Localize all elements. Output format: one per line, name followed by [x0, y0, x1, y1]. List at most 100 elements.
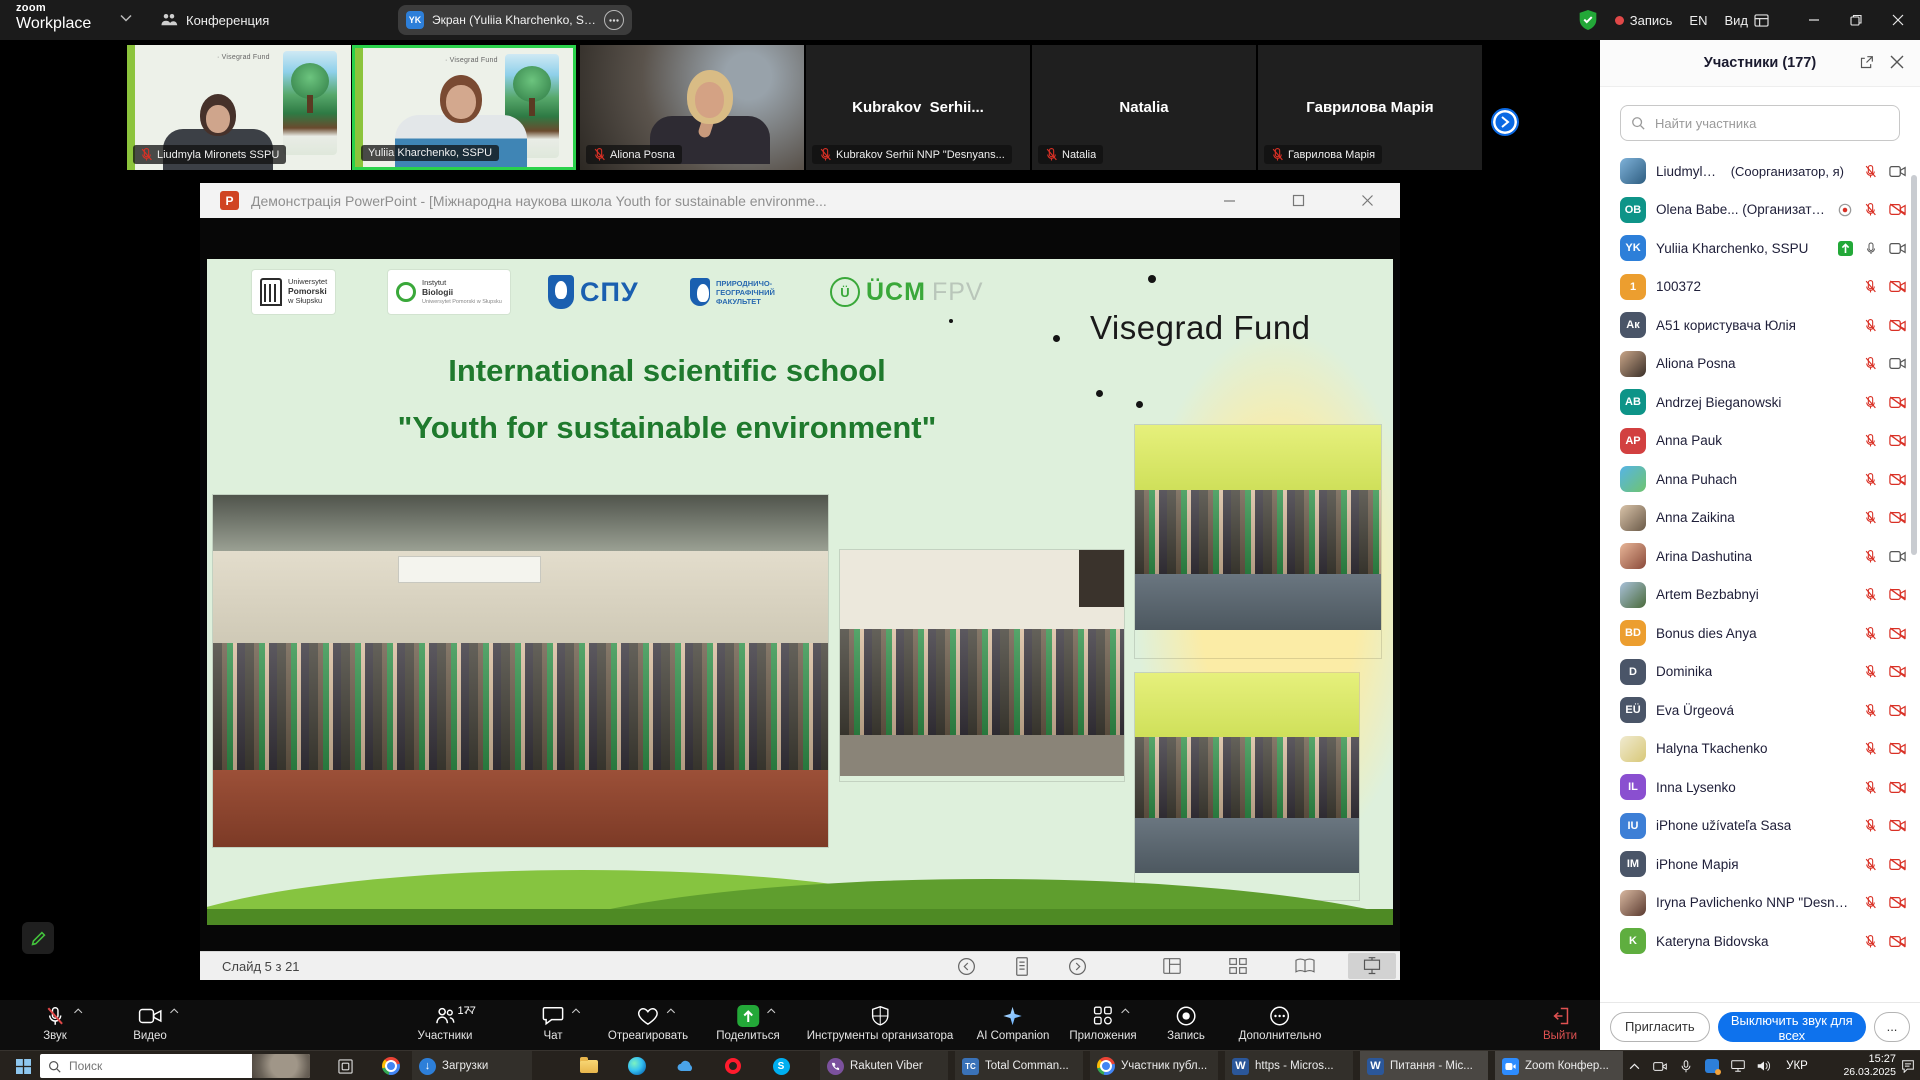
video-tile[interactable]: NataliaNatalia [1032, 45, 1256, 170]
taskbar-app-chrome[interactable]: Участник публ... [1090, 1051, 1218, 1080]
toolbar-host-tools-button[interactable]: Инструменты организатора [807, 1004, 954, 1042]
folder-taskbar-icon[interactable] [574, 1051, 604, 1080]
participant-row[interactable]: ABAndrzej Bieganowski [1600, 383, 1920, 422]
taskbar-app-word[interactable]: WПитання - Міс... [1360, 1051, 1488, 1080]
security-shield-icon[interactable] [1578, 9, 1598, 31]
slideshow-view-icon[interactable] [1348, 953, 1396, 979]
chevron-up-icon[interactable] [666, 1008, 676, 1014]
video-tile[interactable]: Гаврилова МаріяГаврилова Марія [1258, 45, 1482, 170]
invite-button[interactable]: Пригласить [1610, 1012, 1710, 1042]
participant-row[interactable]: Halyna Tkachenko [1600, 730, 1920, 769]
notification-center-icon[interactable] [1896, 1051, 1920, 1080]
footer-more-button[interactable]: ... [1874, 1012, 1910, 1042]
toolbar-mic-muted-button[interactable]: Звук [43, 1004, 67, 1042]
toolbar-ai-button[interactable]: AI Companion [977, 1004, 1050, 1042]
chevron-up-icon[interactable] [766, 1008, 776, 1014]
participant-row[interactable]: Arina Dashutina [1600, 537, 1920, 576]
close-icon[interactable] [1892, 14, 1904, 26]
toolbar-participants-button[interactable]: 177Участники [418, 1004, 473, 1042]
participant-row[interactable]: Artem Bezbabnyi [1600, 576, 1920, 615]
participant-row[interactable]: Iryna Pavlichenko NNP "Desnya... [1600, 884, 1920, 923]
minimize-icon[interactable] [1808, 14, 1820, 26]
tray-expand-chevron-icon[interactable] [1622, 1051, 1646, 1080]
video-tile[interactable]: · Visegrad FundLiudmyla Mironets SSPU [127, 45, 351, 170]
next-slide-icon[interactable] [1067, 956, 1088, 977]
video-tile[interactable]: Kubrakov Serhii...Kubrakov Serhii NNP "D… [806, 45, 1030, 170]
toolbar-record-button[interactable]: Запись [1167, 1004, 1205, 1042]
edge-taskbar-icon[interactable] [622, 1051, 652, 1080]
search-highlight-image[interactable] [252, 1054, 310, 1078]
leave-meeting-button[interactable]: Выйти [1543, 1004, 1577, 1042]
annotation-pencil-button[interactable] [22, 922, 54, 954]
toolbar-chat-button[interactable]: Чат [542, 1004, 564, 1042]
search-input[interactable] [1653, 115, 1889, 132]
chrome-taskbar-icon[interactable] [376, 1051, 406, 1080]
participant-row[interactable]: EÜEva Ürgeová [1600, 691, 1920, 730]
participant-row[interactable]: OBOlena Babe... (Организатор) [1600, 191, 1920, 230]
participant-row[interactable]: 1100372 [1600, 268, 1920, 307]
participant-row[interactable]: IMiPhone Марія [1600, 845, 1920, 884]
panel-scrollbar[interactable] [1911, 175, 1917, 555]
opera-taskbar-icon[interactable] [718, 1051, 748, 1080]
tray-mic-icon[interactable] [1674, 1051, 1698, 1080]
normal-view-icon[interactable] [1162, 957, 1182, 975]
start-button[interactable] [8, 1051, 38, 1080]
notes-icon[interactable] [1013, 956, 1031, 977]
participant-search[interactable] [1620, 105, 1900, 141]
language-indicator[interactable]: EN [1689, 13, 1707, 28]
tab-options-icon[interactable] [604, 10, 624, 30]
participant-row[interactable]: Liudmyla ...(Соорганизатор, я) [1600, 152, 1920, 191]
participant-row[interactable]: Aliona Posna [1600, 345, 1920, 384]
popout-panel-icon[interactable] [1859, 55, 1874, 70]
next-page-videos-button[interactable] [1491, 108, 1519, 136]
taskbar-app-viber[interactable]: Rakuten Viber [820, 1051, 948, 1080]
taskbar-app-word[interactable]: Whttps - Micros... [1225, 1051, 1353, 1080]
chevron-up-icon[interactable] [463, 1008, 473, 1014]
chevron-up-icon[interactable] [571, 1008, 581, 1014]
tab-screen-share[interactable]: YK Экран (Yuliia Kharchenko, SSPU) [398, 5, 632, 35]
chevron-up-icon[interactable] [1120, 1008, 1130, 1014]
taskbar-app-downloads[interactable]: ↓Загрузки [412, 1051, 532, 1080]
tray-display-icon[interactable] [1726, 1051, 1750, 1080]
participant-row[interactable]: АкA51 користувача Юлія [1600, 306, 1920, 345]
toolbar-share-button[interactable]: Поделиться [716, 1004, 780, 1042]
skype-taskbar-icon[interactable]: S [766, 1051, 796, 1080]
onedrive-taskbar-icon[interactable] [670, 1051, 700, 1080]
participant-row[interactable]: YKYuliia Kharchenko, SSPU [1600, 229, 1920, 268]
close-panel-icon[interactable] [1890, 55, 1904, 69]
tray-language-indicator[interactable]: УКР [1780, 1051, 1814, 1080]
workspace-chevron-down-icon[interactable] [120, 14, 132, 22]
participant-row[interactable]: BDBonus dies Anya [1600, 614, 1920, 653]
toolbar-video-cam-button[interactable]: Видео [133, 1004, 167, 1042]
taskbar-app-tc[interactable]: TCTotal Comman... [955, 1051, 1083, 1080]
restore-icon[interactable] [1850, 14, 1862, 26]
participant-row[interactable]: APAnna Pauk [1600, 422, 1920, 461]
participant-row[interactable]: ILInna Lysenko [1600, 768, 1920, 807]
tab-conference[interactable]: Конференция [160, 0, 269, 40]
toolbar-more-button[interactable]: Дополнительно [1239, 1004, 1322, 1042]
recording-indicator[interactable]: Запись [1615, 13, 1673, 28]
ppt-minimize-icon[interactable] [1223, 194, 1236, 207]
participant-row[interactable]: IUiPhone užívateľa Sasa [1600, 807, 1920, 846]
toolbar-react-button[interactable]: Отреагировать [608, 1004, 688, 1042]
view-menu[interactable]: Вид [1724, 13, 1769, 28]
slide-sorter-icon[interactable] [1228, 957, 1248, 975]
toolbar-apps-button[interactable]: Приложения [1069, 1004, 1136, 1042]
task-view-button[interactable] [330, 1051, 360, 1080]
video-tile[interactable]: · Visegrad FundYuliia Kharchenko, SSPU [352, 45, 576, 170]
chevron-up-icon[interactable] [73, 1008, 83, 1014]
tray-viber-icon[interactable] [1700, 1051, 1724, 1080]
taskbar-search-input[interactable] [67, 1058, 221, 1074]
ppt-maximize-icon[interactable] [1292, 194, 1305, 207]
taskbar-app-zoom[interactable]: Zoom Конфер... [1495, 1051, 1623, 1080]
taskbar-search[interactable] [40, 1054, 310, 1078]
participant-row[interactable]: KKateryna Bidovska [1600, 922, 1920, 961]
participant-row[interactable]: DDominika [1600, 653, 1920, 692]
tray-camera-icon[interactable] [1648, 1051, 1672, 1080]
previous-slide-icon[interactable] [956, 956, 977, 977]
chevron-up-icon[interactable] [169, 1008, 179, 1014]
ppt-close-icon[interactable] [1361, 194, 1374, 207]
video-tile[interactable]: Aliona Posna [580, 45, 804, 170]
mute-all-button[interactable]: Выключить звук для всех [1718, 1012, 1866, 1042]
participant-row[interactable]: Anna Zaikina [1600, 499, 1920, 538]
